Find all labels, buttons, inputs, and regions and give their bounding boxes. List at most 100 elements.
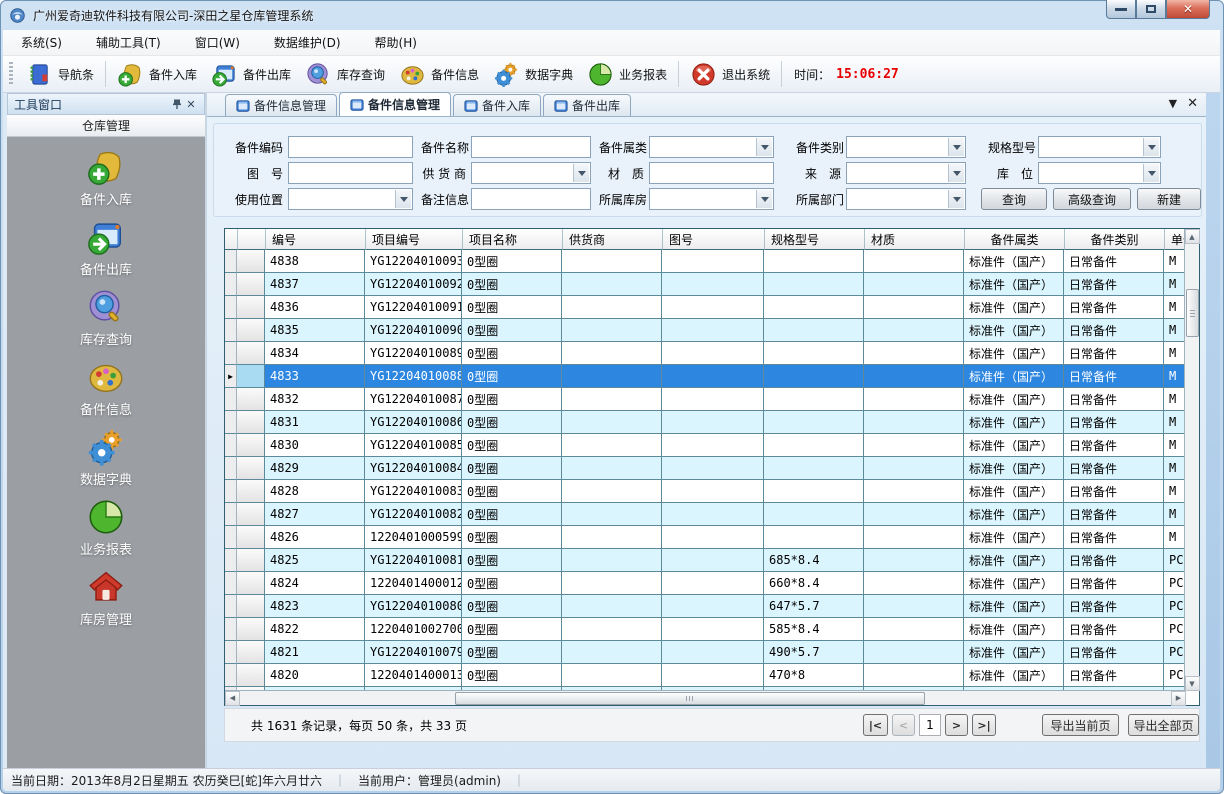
cell[interactable] [864,296,964,319]
cell[interactable]: M [1164,457,1186,480]
cell[interactable]: 0型圈 [462,388,562,411]
tab-1-active[interactable]: 备件信息管理 [339,92,451,116]
cell[interactable]: 4821 [265,641,365,664]
cell[interactable] [764,273,864,296]
cell[interactable] [562,595,662,618]
cell[interactable] [562,342,662,365]
combo-dropdown-icon[interactable] [948,190,964,208]
cell[interactable]: 0型圈 [462,480,562,503]
cell[interactable]: 标准件（国产） [964,618,1064,641]
cell[interactable] [662,503,764,526]
cell[interactable] [562,250,662,273]
cell[interactable] [662,595,764,618]
cell[interactable]: 标准件（国产） [964,342,1064,365]
cell[interactable]: 日常备件 [1064,342,1164,365]
cell[interactable] [864,526,964,549]
menu-item-3[interactable]: 数据维护(D) [274,34,341,51]
text-input[interactable] [649,162,774,184]
table-row[interactable]: 4828YG122040100830型圈标准件（国产）日常备件M [225,480,1199,503]
cell[interactable] [562,273,662,296]
export-current-page-button[interactable]: 导出当前页 [1042,714,1119,736]
cell[interactable] [764,296,864,319]
table-row[interactable]: 4825YG122040100810型圈685*8.4标准件（国产）日常备件PC [225,549,1199,572]
cell[interactable]: 日常备件 [1064,411,1164,434]
row-header-cell[interactable] [237,319,265,342]
cell[interactable]: PC [1164,572,1186,595]
scroll-down-icon[interactable]: ▼ [1185,676,1200,691]
cell[interactable] [864,595,964,618]
cell[interactable]: 0型圈 [462,457,562,480]
tab-3[interactable]: 备件出库 [543,94,631,116]
cell[interactable]: 标准件（国产） [964,572,1064,595]
cell[interactable]: 490*5.7 [764,641,864,664]
cell[interactable]: M [1164,273,1186,296]
hscroll-thumb[interactable] [455,692,925,705]
cell[interactable]: 1220401002700 [365,618,462,641]
column-header-3[interactable]: 项目编号 [366,229,463,250]
toolbar-button-inventory-query[interactable]: 库存查询 [298,58,392,91]
cell[interactable] [864,388,964,411]
cell[interactable]: 标准件（国产） [964,411,1064,434]
row-header-cell[interactable] [237,503,265,526]
cell[interactable]: 4837 [265,273,365,296]
cell[interactable] [662,342,764,365]
cell[interactable] [764,434,864,457]
cell[interactable]: 标准件（国产） [964,296,1064,319]
grid-vertical-scrollbar[interactable]: ▲ ▼ [1184,229,1199,691]
cell[interactable]: 日常备件 [1064,250,1164,273]
close-button[interactable]: ✕ [1166,0,1210,19]
cell[interactable] [662,296,764,319]
row-header-cell[interactable] [237,365,265,388]
cell[interactable]: 日常备件 [1064,365,1164,388]
cell[interactable]: 4836 [265,296,365,319]
toolbar-button-exit[interactable]: 退出系统 [683,58,777,91]
cell[interactable] [562,618,662,641]
cell[interactable] [562,411,662,434]
cell[interactable] [562,388,662,411]
cell[interactable]: 标准件（国产） [964,641,1064,664]
column-header-8[interactable]: 材质 [865,229,965,250]
table-row[interactable]: 4835YG122040100900型圈标准件（国产）日常备件M [225,319,1199,342]
cell[interactable]: 日常备件 [1064,641,1164,664]
combo-dropdown-icon[interactable] [948,164,964,182]
cell[interactable]: 标准件（国产） [964,250,1064,273]
cell[interactable] [562,365,662,388]
cell[interactable]: 0型圈 [462,411,562,434]
cell[interactable]: PC [1164,595,1186,618]
cell[interactable]: YG12204010082 [365,503,462,526]
cell[interactable]: 4830 [265,434,365,457]
combo-field[interactable] [649,188,774,210]
cell[interactable]: 标准件（国产） [964,664,1064,687]
sidebar-item-inventory-query[interactable]: 库存查询 [46,287,166,357]
row-header-cell[interactable] [237,480,265,503]
combo-dropdown-icon[interactable] [1143,164,1159,182]
cell[interactable] [662,480,764,503]
combo-dropdown-icon[interactable] [395,190,411,208]
cell[interactable] [662,664,764,687]
new-button[interactable]: 新建 [1137,188,1201,210]
cell[interactable] [864,319,964,342]
cell[interactable]: 日常备件 [1064,595,1164,618]
cell[interactable] [864,434,964,457]
toolbar-button-navigator[interactable]: 导航条 [19,58,101,91]
combo-field[interactable] [1038,162,1161,184]
table-row[interactable]: 4836YG122040100910型圈标准件（国产）日常备件M [225,296,1199,319]
cell[interactable] [562,480,662,503]
cell[interactable]: 标准件（国产） [964,595,1064,618]
cell[interactable]: 0型圈 [462,434,562,457]
cell[interactable] [562,664,662,687]
cell[interactable]: M [1164,342,1186,365]
cell[interactable] [864,503,964,526]
cell[interactable] [662,388,764,411]
cell[interactable] [864,411,964,434]
cell[interactable] [562,641,662,664]
text-input[interactable] [288,162,413,184]
cell[interactable]: YG12204010089 [365,342,462,365]
table-row[interactable]: 482212204010027000型圈585*8.4标准件（国产）日常备件PC [225,618,1199,641]
table-row[interactable]: 4829YG122040100840型圈标准件（国产）日常备件M [225,457,1199,480]
cell[interactable]: 0型圈 [462,296,562,319]
column-header-5[interactable]: 供货商 [563,229,663,250]
row-header-cell[interactable] [237,296,265,319]
cell[interactable]: 日常备件 [1064,572,1164,595]
cell[interactable] [662,411,764,434]
